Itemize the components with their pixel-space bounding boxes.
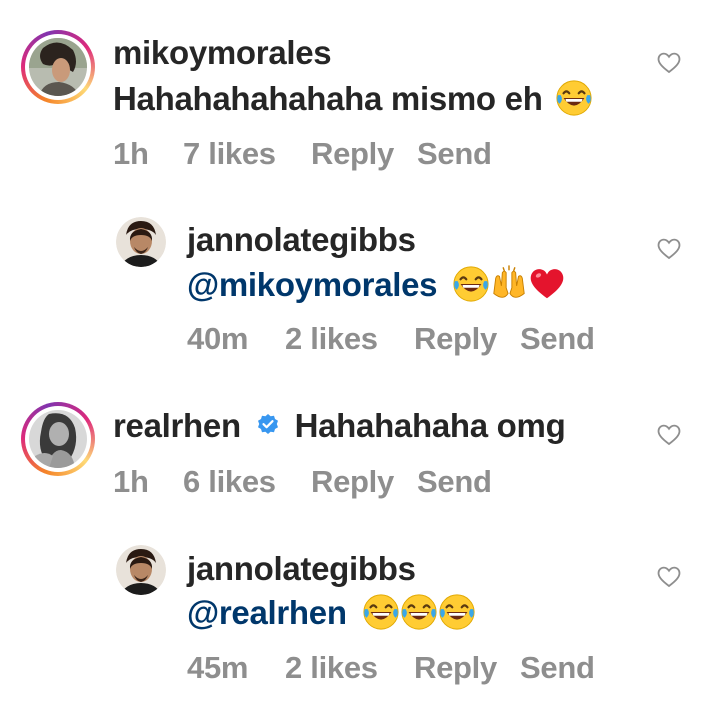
avatar[interactable] [21, 402, 95, 476]
likes-link[interactable]: 2 likes [285, 650, 414, 686]
comment-meta: 1h 6 likes Reply Send [113, 464, 492, 500]
send-button[interactable]: Send [417, 464, 492, 500]
comment-username[interactable]: mikoymorales [113, 34, 332, 72]
comment-username[interactable]: realrhen [113, 407, 241, 444]
comment-text: Hahahahahahaha mismo eh [113, 80, 593, 118]
avatar[interactable] [116, 545, 166, 595]
like-heart-icon[interactable] [657, 424, 681, 446]
reply-button[interactable]: Reply [311, 136, 417, 172]
likes-link[interactable]: 2 likes [285, 321, 414, 357]
mention-link[interactable]: @mikoymorales [187, 266, 438, 303]
raising-hands-icon [490, 265, 528, 303]
comment-username[interactable]: jannolategibbs [187, 550, 416, 588]
comment-time: 1h [113, 464, 149, 499]
comment-body: Hahahahahahaha mismo eh [113, 80, 543, 117]
like-heart-icon[interactable] [657, 566, 681, 588]
comment-meta: 1h 7 likes Reply Send [113, 136, 492, 172]
reply-button[interactable]: Reply [414, 321, 520, 357]
verified-badge-icon [257, 414, 278, 435]
likes-link[interactable]: 6 likes [183, 464, 311, 500]
face-with-tears-of-joy-icon [452, 265, 490, 303]
face-with-tears-of-joy-icon [362, 593, 400, 631]
send-button[interactable]: Send [520, 321, 595, 357]
comment-body: Hahahahaha omg [294, 407, 566, 444]
like-heart-icon[interactable] [657, 52, 681, 74]
avatar[interactable] [116, 217, 166, 267]
reply-button[interactable]: Reply [414, 650, 520, 686]
send-button[interactable]: Send [520, 650, 595, 686]
likes-link[interactable]: 7 likes [183, 136, 311, 172]
red-heart-icon [528, 265, 566, 303]
avatar[interactable] [21, 30, 95, 104]
comment-header: realrhen Hahahahaha omg [113, 407, 566, 445]
comment-time: 40m [187, 321, 249, 356]
face-with-tears-of-joy-icon [555, 79, 593, 117]
comment-text: @realrhen [187, 594, 476, 632]
like-heart-icon[interactable] [657, 238, 681, 260]
comment-username[interactable]: jannolategibbs [187, 221, 416, 259]
comment-text: @mikoymorales [187, 266, 566, 304]
comment-time: 1h [113, 136, 149, 171]
mention-link[interactable]: @realrhen [187, 594, 347, 631]
face-with-tears-of-joy-icon [438, 593, 476, 631]
face-with-tears-of-joy-icon [400, 593, 438, 631]
comment-meta: 45m 2 likes Reply Send [187, 650, 595, 686]
send-button[interactable]: Send [417, 136, 492, 172]
comment-time: 45m [187, 650, 249, 685]
reply-button[interactable]: Reply [311, 464, 417, 500]
comment-meta: 40m 2 likes Reply Send [187, 321, 595, 357]
